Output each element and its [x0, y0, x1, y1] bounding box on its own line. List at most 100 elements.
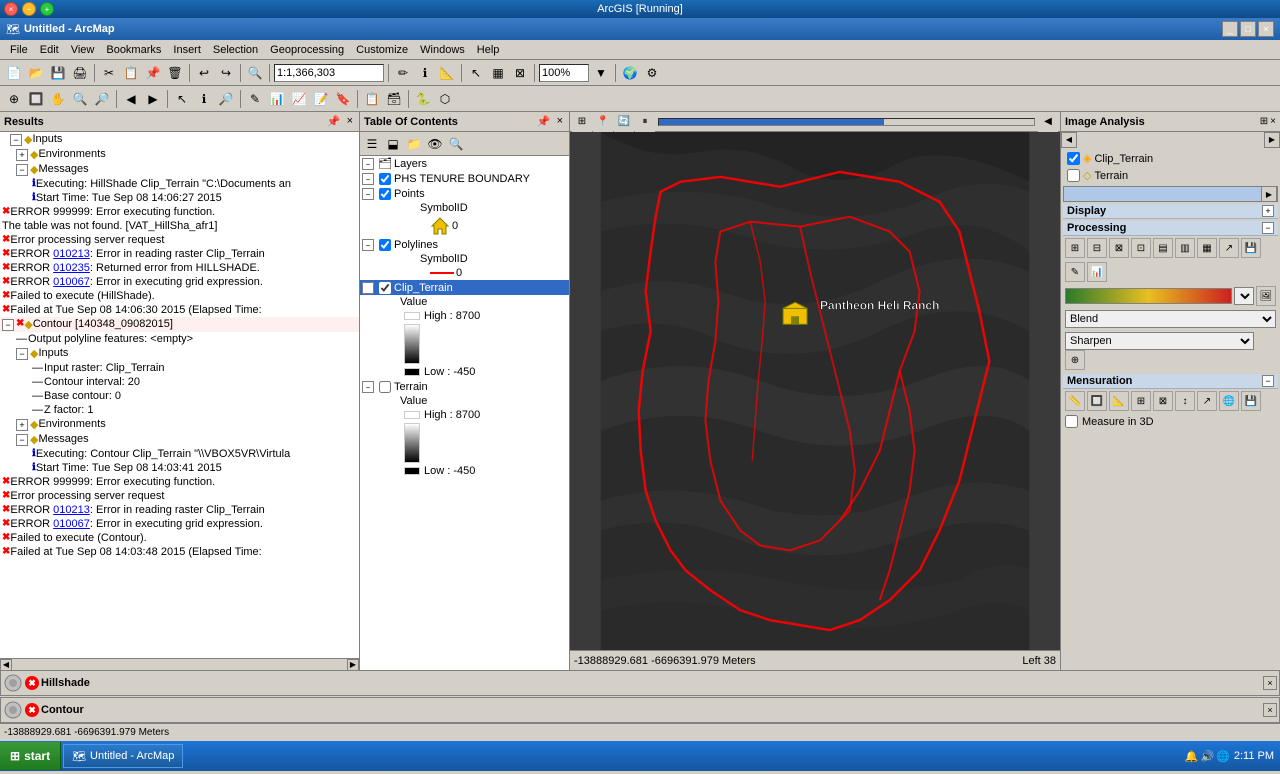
inputs-contour[interactable]: − ◆ Inputs — [0, 346, 359, 361]
contour-item[interactable]: − ✖ ◆ Contour [140348_09082015] — [0, 317, 359, 332]
ia-layer-scroll[interactable]: ▶ — [1063, 186, 1278, 202]
env-contour-toggle[interactable]: + — [16, 419, 28, 431]
menu-geoprocessing[interactable]: Geoprocessing — [264, 42, 350, 58]
ia-scroll-right[interactable]: ▶ — [1264, 132, 1280, 148]
arc-catalog-button[interactable]: 🗃 — [384, 89, 404, 109]
results-hscrollbar[interactable]: ◀ ▶ — [0, 658, 359, 670]
ia-mens-btn-4[interactable]: ⊞ — [1131, 391, 1151, 411]
min-btn[interactable]: − — [22, 2, 36, 16]
zoom-pct-button[interactable]: ▼ — [591, 63, 611, 83]
clip-terrain-checkbox[interactable] — [379, 282, 391, 294]
toc-pin[interactable]: 📌 — [535, 115, 553, 128]
map-nav-4[interactable]: ⏸ — [635, 112, 655, 132]
msg-toggle[interactable]: − — [16, 164, 28, 176]
ia-display-expand[interactable]: + — [1262, 205, 1274, 217]
ia-proc-btn-8[interactable]: ↗ — [1219, 238, 1239, 258]
python-button[interactable]: 🐍 — [413, 89, 433, 109]
ia-sharpen-select[interactable]: Sharpen — [1065, 332, 1254, 350]
ia-mens-btn-1[interactable]: 📏 — [1065, 391, 1085, 411]
toc-terrain[interactable]: − Terrain — [360, 379, 569, 394]
select-button[interactable]: ↖ — [466, 63, 486, 83]
map-svg[interactable]: Pantheon Heli Ranch — [570, 132, 1060, 650]
map-area[interactable]: ⊞ 📍 🔄 ⏸ ◀ — [570, 112, 1060, 670]
hillshade-close[interactable]: × — [1263, 676, 1277, 690]
environments-item[interactable]: + ◆ Environments — [0, 147, 359, 162]
menu-view[interactable]: View — [65, 42, 101, 58]
graph-button[interactable]: 📈 — [289, 89, 309, 109]
inputs-item[interactable]: − ◆ Inputs — [0, 132, 359, 147]
undo-button[interactable]: ↩ — [194, 63, 214, 83]
ia-mens-btn-8[interactable]: 🌐 — [1219, 391, 1239, 411]
map-nav-2[interactable]: 📍 — [593, 112, 613, 132]
zoom-full-button[interactable]: ⊕ — [4, 89, 24, 109]
messages-contour[interactable]: − ◆ Messages — [0, 432, 359, 447]
taskbar-arcmap[interactable]: 🗺 Untitled - ArcMap — [63, 744, 183, 768]
toc-layers-group[interactable]: − 🗂 Layers — [360, 156, 569, 171]
ia-mensuration-expand[interactable]: − — [1262, 375, 1274, 387]
terrain-toggle[interactable]: − — [362, 381, 374, 393]
ia-proc-btn-7[interactable]: ▦ — [1197, 238, 1217, 258]
clip-terrain-toggle[interactable]: − — [362, 282, 374, 294]
toc-search[interactable]: 🔍 — [446, 134, 466, 154]
inputs-contour-toggle[interactable]: − — [16, 348, 28, 360]
points-checkbox[interactable] — [379, 188, 391, 200]
info2-button[interactable]: ℹ — [194, 89, 214, 109]
scale-input[interactable] — [274, 64, 384, 82]
ia-expand[interactable]: ⊞ — [1260, 116, 1268, 127]
clear-selection-button[interactable]: ⊠ — [510, 63, 530, 83]
polylines-toggle[interactable]: − — [362, 239, 374, 251]
report-button[interactable]: 📝 — [311, 89, 331, 109]
ia-layer-scroll-track[interactable] — [1064, 187, 1261, 201]
toc-list-view[interactable]: ☰ — [362, 134, 382, 154]
app-close[interactable]: × — [1258, 21, 1274, 37]
zoom-extent-button[interactable]: 🔲 — [26, 89, 46, 109]
app-maximize[interactable]: □ — [1240, 21, 1256, 37]
prev-extent-button[interactable]: ◀ — [121, 89, 141, 109]
select-arrow-button[interactable]: ↖ — [172, 89, 192, 109]
hscroll-left[interactable]: ◀ — [0, 659, 12, 671]
ia-measure-3d-cb[interactable] — [1065, 415, 1078, 428]
editor-button[interactable]: ✏ — [393, 63, 413, 83]
toc-visibility[interactable]: 👁 — [425, 134, 445, 154]
menu-file[interactable]: File — [4, 42, 34, 58]
ia-mens-btn-3[interactable]: 📐 — [1109, 391, 1129, 411]
zoom-in-button[interactable]: 🔍 — [245, 63, 265, 83]
zoom-out-button[interactable]: 🔎 — [92, 89, 112, 109]
layers-toggle[interactable]: − — [362, 158, 374, 170]
ia-mens-btn-5[interactable]: ⊠ — [1153, 391, 1173, 411]
app-minimize[interactable]: _ — [1222, 21, 1238, 37]
table-button[interactable]: 📊 — [267, 89, 287, 109]
toc-points[interactable]: − Points — [360, 186, 569, 201]
ia-proc-btn-9[interactable]: 💾 — [1241, 238, 1261, 258]
redo-button[interactable]: ↪ — [216, 63, 236, 83]
terrain-checkbox[interactable] — [379, 381, 391, 393]
ia-proc-btn-3[interactable]: ⊠ — [1109, 238, 1129, 258]
ia-layer-terrain[interactable]: ◇ Terrain — [1063, 167, 1278, 184]
contour-close[interactable]: × — [1263, 703, 1277, 717]
ia-processing-header[interactable]: Processing − — [1063, 221, 1278, 236]
menu-selection[interactable]: Selection — [207, 42, 264, 58]
inputs-toggle[interactable]: − — [10, 134, 22, 146]
cut-button[interactable]: ✂ — [99, 63, 119, 83]
new-button[interactable]: 📄 — [4, 63, 24, 83]
menu-customize[interactable]: Customize — [350, 42, 414, 58]
ia-proc-btn-10[interactable]: ✎ — [1065, 262, 1085, 282]
ia-mens-btn-2[interactable]: 🔲 — [1087, 391, 1107, 411]
toc-phs-boundary[interactable]: − PHS TENURE BOUNDARY — [360, 171, 569, 186]
menu-windows[interactable]: Windows — [414, 42, 471, 58]
layout-button[interactable]: 📋 — [362, 89, 382, 109]
toc-polylines[interactable]: − Polylines — [360, 237, 569, 252]
save-button[interactable]: 💾 — [48, 63, 68, 83]
ia-color-ramp-select[interactable]: ▼ — [1234, 287, 1254, 305]
draw-button[interactable]: ✎ — [245, 89, 265, 109]
settings-button[interactable]: ⚙ — [642, 63, 662, 83]
ia-proc-btn-5[interactable]: ▤ — [1153, 238, 1173, 258]
toc-draw-order[interactable]: ⬓ — [383, 134, 403, 154]
model-button[interactable]: ⬡ — [435, 89, 455, 109]
env-toggle[interactable]: + — [16, 149, 28, 161]
ia-close[interactable]: × — [1270, 116, 1276, 127]
paste-button[interactable]: 📌 — [143, 63, 163, 83]
start-button[interactable]: ⊞ start — [0, 742, 61, 770]
hscroll-track[interactable] — [12, 659, 347, 671]
results-close[interactable]: × — [345, 115, 355, 128]
